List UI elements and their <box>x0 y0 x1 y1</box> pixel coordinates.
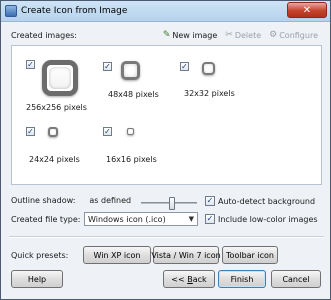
quick-presets-label: Quick presets: <box>11 251 69 260</box>
image-item-16[interactable]: ✓ 16x16 pixels <box>103 127 173 167</box>
configure-label: Configure <box>279 30 318 40</box>
window-title: Create Icon from Image <box>21 6 128 16</box>
configure-icon: ⚙ <box>269 30 278 40</box>
preset-toolbar-button[interactable]: Toolbar icon <box>222 246 278 264</box>
image-checkbox-48[interactable]: ✓ <box>103 62 112 71</box>
new-image-label: New image <box>172 30 218 40</box>
created-images-label: Created images: <box>11 31 77 40</box>
image-label-256: 256x256 pixels <box>26 103 87 112</box>
low-color-option[interactable]: ✓ Include low-color images <box>205 214 318 224</box>
configure-button[interactable]: ⚙ Configure <box>269 30 318 40</box>
app-icon <box>5 5 17 17</box>
quick-presets-row: Quick presets: <box>11 251 68 260</box>
image-checkbox-16[interactable]: ✓ <box>103 127 112 136</box>
outline-shadow-slider-thumb[interactable] <box>169 197 175 210</box>
outline-shadow-slider[interactable] <box>141 197 197 210</box>
image-item-24[interactable]: ✓ 24x24 pixels <box>26 127 96 167</box>
image-checkbox-32[interactable]: ✓ <box>180 62 189 71</box>
cancel-button[interactable]: Cancel <box>271 270 321 288</box>
image-preview-256 <box>42 60 78 96</box>
delete-button[interactable]: ✂ Delete <box>225 30 261 40</box>
image-label-32: 32x32 pixels <box>184 89 235 98</box>
auto-detect-background-checkbox[interactable]: ✓ <box>205 196 215 206</box>
help-button[interactable]: Help <box>11 270 63 288</box>
image-checkbox-24[interactable]: ✓ <box>26 127 35 136</box>
delete-icon: ✂ <box>225 30 233 40</box>
close-button[interactable]: ✕ <box>287 2 327 18</box>
chevron-down-icon: ▼ <box>188 215 194 223</box>
image-checkbox-256[interactable]: ✓ <box>26 60 35 69</box>
image-label-16: 16x16 pixels <box>106 155 157 164</box>
outline-shadow-label: Outline shadow: <box>11 196 76 205</box>
image-label-24: 24x24 pixels <box>29 155 80 164</box>
created-images-panel: ✓ 256x256 pixels ✓ 48x48 pixels ✓ 32x32 … <box>11 45 322 185</box>
image-toolbar: ✎ New image ✂ Delete ⚙ Configure <box>163 30 318 40</box>
image-preview-24 <box>48 127 58 137</box>
new-image-icon: ✎ <box>162 30 171 40</box>
file-type-row: Created file type: <box>11 215 81 224</box>
outline-shadow-value: as defined <box>89 196 132 205</box>
file-type-value: Windows icon (.ico) <box>88 214 166 224</box>
dialog-window: Create Icon from Image ✕ Created images:… <box>0 0 331 300</box>
image-preview-16 <box>127 128 134 135</box>
file-type-select[interactable]: Windows icon (.ico) ▼ <box>84 212 198 226</box>
low-color-label: Include low-color images <box>218 214 318 224</box>
image-preview-32 <box>202 62 215 75</box>
back-button-prefix: << <box>171 274 188 284</box>
image-preview-48 <box>121 61 140 80</box>
preset-vista-button[interactable]: Vista / Win 7 icon <box>151 246 221 264</box>
image-item-48[interactable]: ✓ 48x48 pixels <box>103 61 163 122</box>
close-icon: ✕ <box>302 4 312 16</box>
file-type-label: Created file type: <box>11 215 81 224</box>
outline-shadow-row: Outline shadow: as defined <box>11 196 131 205</box>
finish-button[interactable]: Finish <box>218 270 266 288</box>
preset-winxp-button[interactable]: Win XP icon <box>83 246 151 264</box>
image-item-32[interactable]: ✓ 32x32 pixels <box>180 62 240 122</box>
delete-label: Delete <box>234 30 262 40</box>
auto-detect-background-option[interactable]: ✓ Auto-detect background <box>205 196 315 206</box>
auto-detect-background-label: Auto-detect background <box>218 196 316 206</box>
low-color-checkbox[interactable]: ✓ <box>205 214 215 224</box>
image-label-48: 48x48 pixels <box>108 90 159 99</box>
title-bar: Create Icon from Image ✕ <box>1 1 330 22</box>
back-button-rest: ack <box>192 274 207 284</box>
back-button[interactable]: << Back <box>163 270 215 288</box>
image-item-256[interactable]: ✓ 256x256 pixels <box>26 60 106 120</box>
new-image-button[interactable]: ✎ New image <box>163 30 217 40</box>
divider <box>9 236 324 238</box>
